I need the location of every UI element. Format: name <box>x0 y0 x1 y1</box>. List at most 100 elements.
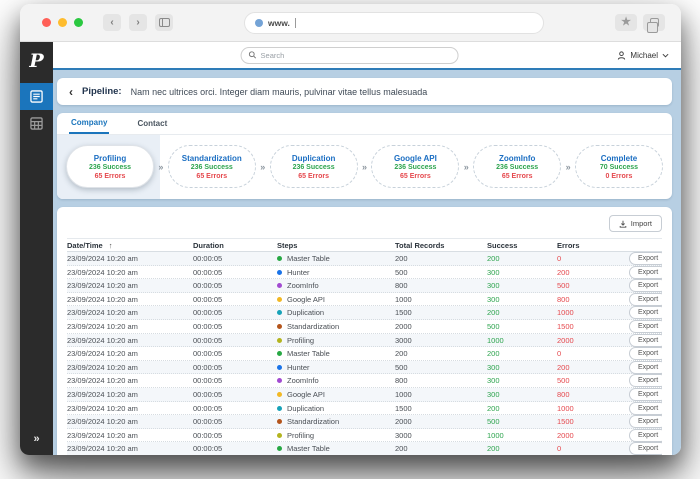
export-button[interactable]: Export <box>629 374 662 387</box>
stage-separator-chevrons-icon: » <box>158 162 163 172</box>
sidebar-expand-button[interactable]: » <box>33 433 39 445</box>
cell-duration: 00:00:05 <box>193 268 277 277</box>
stage-name: Complete <box>601 154 637 163</box>
stage-pill-zoominfo[interactable]: ZoomInfo 236 Success 65 Errors <box>473 145 561 188</box>
step-status-dot-icon <box>277 283 282 288</box>
tab-company[interactable]: Company <box>69 113 109 134</box>
export-button[interactable]: Export <box>629 442 662 455</box>
bookmark-star-button[interactable]: ★ <box>615 14 637 31</box>
stage-name: ZoomInfo <box>499 154 535 163</box>
cell-datetime: 23/09/2024 10:20 am <box>67 363 193 372</box>
export-button[interactable]: Export <box>629 415 662 428</box>
export-button[interactable]: Export <box>629 388 662 401</box>
cell-datetime: 23/09/2024 10:20 am <box>67 308 193 317</box>
column-header-errors[interactable]: Errors <box>557 241 629 250</box>
export-button[interactable]: Export <box>629 293 662 306</box>
cell-step: Master Table <box>277 254 395 263</box>
cell-actions: Export <box>629 374 662 387</box>
export-button[interactable]: Export <box>629 361 662 374</box>
table-row: 23/09/2024 10:20 am 00:00:05 Standardiza… <box>67 320 662 334</box>
cell-actions: Export <box>629 279 662 292</box>
cell-actions: Export <box>629 306 662 319</box>
cell-datetime: 23/09/2024 10:20 am <box>67 431 193 440</box>
stage-pill-profiling[interactable]: Profiling 236 Success 65 Errors <box>66 145 154 188</box>
sidebar-item-pipelines[interactable] <box>20 83 53 110</box>
browser-forward-button[interactable]: › <box>129 14 147 31</box>
export-button[interactable]: Export <box>629 279 662 292</box>
cell-success: 300 <box>487 281 557 290</box>
cell-step: Duplication <box>277 404 395 413</box>
runs-table-card: Import Date/Time↑ Duration Steps Total R… <box>57 207 672 455</box>
export-button[interactable]: Export <box>629 252 662 265</box>
page-content: ‹ Pipeline: Nam nec ultrices orci. Integ… <box>53 70 681 455</box>
tab-contact[interactable]: Contact <box>135 113 169 134</box>
cell-total-records: 1000 <box>395 390 487 399</box>
cell-duration: 00:00:05 <box>193 363 277 372</box>
table-row: 23/09/2024 10:20 am 00:00:05 Master Tabl… <box>67 252 662 266</box>
cell-success: 300 <box>487 363 557 372</box>
document-list-icon <box>30 90 43 103</box>
cell-errors: 1000 <box>557 404 629 413</box>
search-input[interactable] <box>261 51 451 60</box>
table-row: 23/09/2024 10:20 am 00:00:05 ZoomInfo 80… <box>67 279 662 293</box>
cell-total-records: 3000 <box>395 336 487 345</box>
cell-success: 200 <box>487 404 557 413</box>
column-header-duration[interactable]: Duration <box>193 241 277 250</box>
close-window-button[interactable] <box>42 18 51 27</box>
cell-errors: 1500 <box>557 322 629 331</box>
table-row: 23/09/2024 10:20 am 00:00:05 Master Tabl… <box>67 442 662 455</box>
stage-pill-duplication[interactable]: Duplication 236 Success 65 Errors <box>270 145 358 188</box>
download-icon <box>619 220 627 228</box>
stage-pill-google-api[interactable]: Google API 236 Success 65 Errors <box>371 145 459 188</box>
table-body: 23/09/2024 10:20 am 00:00:05 Master Tabl… <box>67 252 662 455</box>
cell-datetime: 23/09/2024 10:20 am <box>67 336 193 345</box>
user-menu[interactable]: Michael <box>617 51 669 60</box>
stage-success-count: 70 Success <box>600 164 638 171</box>
copy-tabs-icon <box>650 18 659 27</box>
url-bar[interactable]: www. <box>244 12 544 34</box>
cell-duration: 00:00:05 <box>193 308 277 317</box>
cell-total-records: 2000 <box>395 322 487 331</box>
column-header-datetime[interactable]: Date/Time↑ <box>67 241 193 250</box>
cell-duration: 00:00:05 <box>193 349 277 358</box>
desktop-background: ‹ › www. ★ P <box>0 0 700 479</box>
table-row: 23/09/2024 10:20 am 00:00:05 Hunter 500 … <box>67 361 662 375</box>
column-header-total-records[interactable]: Total Records <box>395 241 487 250</box>
global-search[interactable] <box>241 47 459 64</box>
stage-error-count: 0 Errors <box>606 173 633 180</box>
maximize-window-button[interactable] <box>74 18 83 27</box>
browser-back-button[interactable]: ‹ <box>103 14 121 31</box>
stage-error-count: 65 Errors <box>196 173 227 180</box>
stage-pill-complete[interactable]: Complete 70 Success 0 Errors <box>575 145 663 188</box>
cell-errors: 0 <box>557 349 629 358</box>
stage-separator-chevrons-icon: » <box>566 162 571 172</box>
sidebar-item-tables[interactable] <box>20 110 53 137</box>
export-button[interactable]: Export <box>629 402 662 415</box>
back-chevron-button[interactable]: ‹ <box>69 86 73 98</box>
cell-actions: Export <box>629 266 662 279</box>
column-header-success[interactable]: Success <box>487 241 557 250</box>
column-header-steps[interactable]: Steps <box>277 241 395 250</box>
cell-duration: 00:00:05 <box>193 281 277 290</box>
cell-step: Master Table <box>277 349 395 358</box>
table-row: 23/09/2024 10:20 am 00:00:05 Standardiza… <box>67 415 662 429</box>
export-button[interactable]: Export <box>629 320 662 333</box>
stage-separator-chevrons-icon: » <box>260 162 265 172</box>
export-button[interactable]: Export <box>629 429 662 442</box>
export-button[interactable]: Export <box>629 347 662 360</box>
export-button[interactable]: Export <box>629 266 662 279</box>
cell-total-records: 2000 <box>395 417 487 426</box>
cell-step: Profiling <box>277 431 395 440</box>
step-status-dot-icon <box>277 310 282 315</box>
stage-name: Duplication <box>292 154 336 163</box>
export-button[interactable]: Export <box>629 334 662 347</box>
stage-pill-standardization[interactable]: Standardization 236 Success 65 Errors <box>168 145 256 188</box>
step-status-dot-icon <box>277 351 282 356</box>
import-button[interactable]: Import <box>609 215 662 232</box>
minimize-window-button[interactable] <box>58 18 67 27</box>
browser-sidebar-toggle-button[interactable] <box>155 14 173 31</box>
export-button[interactable]: Export <box>629 306 662 319</box>
app-logo: P <box>29 52 43 71</box>
cell-actions: Export <box>629 293 662 306</box>
tabs-overview-button[interactable] <box>643 14 665 31</box>
